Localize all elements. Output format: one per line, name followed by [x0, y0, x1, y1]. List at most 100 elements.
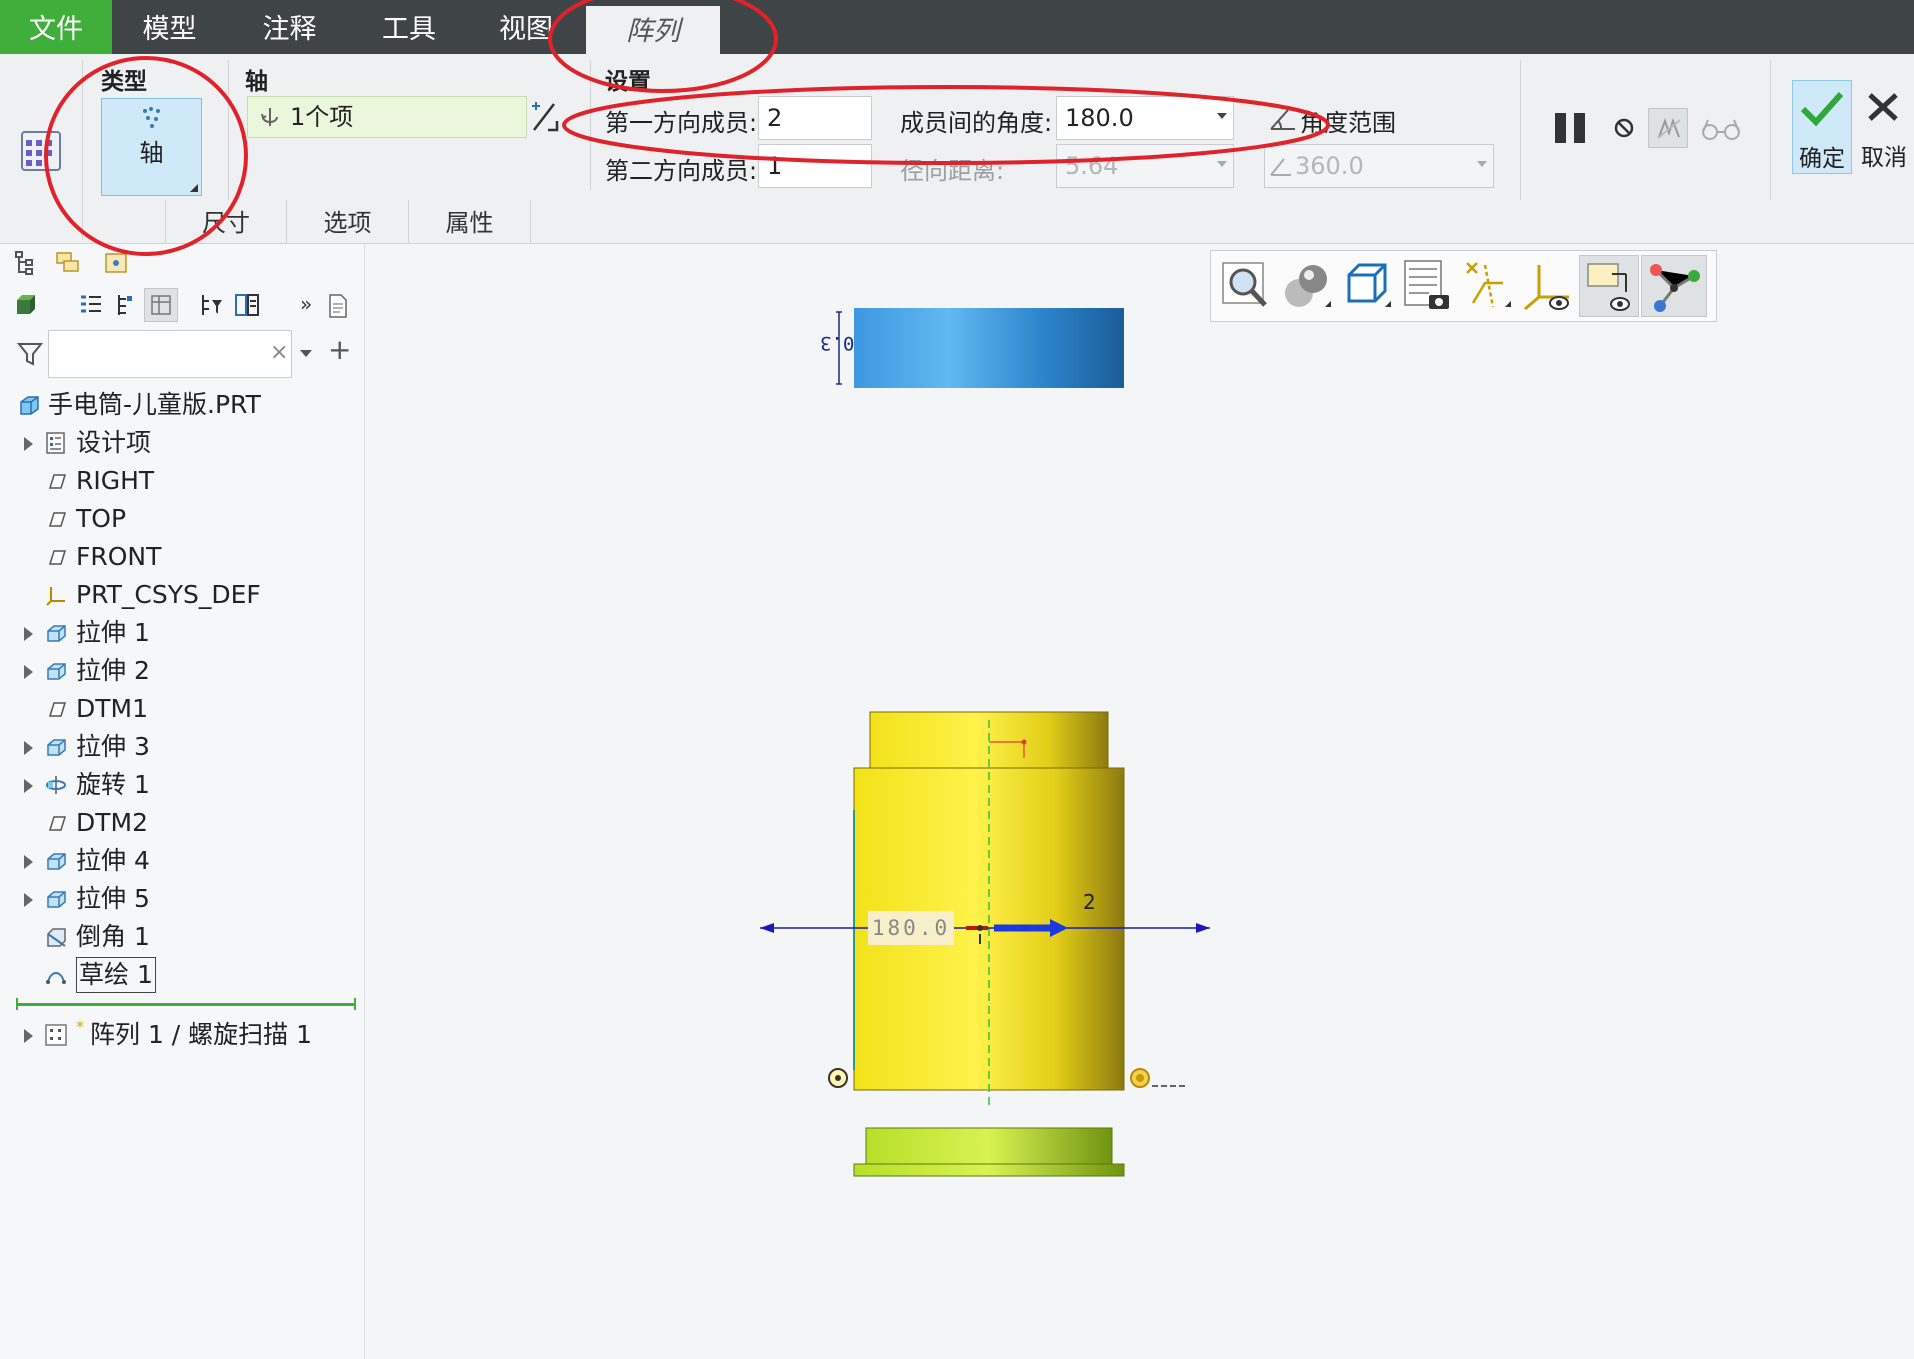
tree-item-dtm1[interactable]: DTM1 [0, 690, 360, 728]
confirm-button[interactable]: 确定 [1792, 80, 1852, 174]
view-manager-icon[interactable] [1399, 257, 1455, 315]
chevron-down-icon [1217, 113, 1227, 119]
tree-item-dtm2[interactable]: DTM2 [0, 804, 360, 842]
expand-arrow-icon[interactable] [24, 1029, 33, 1043]
expand-arrow-icon[interactable] [24, 627, 33, 641]
expand-arrow-icon[interactable] [24, 665, 33, 679]
tree-item-extrude-2[interactable]: 拉伸 2 [0, 652, 360, 690]
tree-item-chamfer-1[interactable]: 倒角 1 [0, 918, 360, 956]
expand-arrow-icon[interactable] [24, 779, 33, 793]
tree-item-top[interactable]: TOP [0, 500, 360, 538]
expand-arrow-icon[interactable] [24, 893, 33, 907]
tree-item-sketch-1[interactable]: 草绘 1 [0, 956, 360, 994]
height-dimension-text[interactable]: 0.3 [820, 332, 854, 354]
tab-file[interactable]: 文件 [0, 0, 112, 54]
datum-plane-icon [48, 702, 67, 717]
flip-direction-icon[interactable] [528, 98, 560, 136]
first-direction-members-label: 第一方向成员: [605, 109, 758, 137]
csys-display-icon[interactable] [1519, 257, 1575, 315]
tree-filter-list-icon[interactable] [78, 292, 104, 318]
tab-pattern[interactable]: 阵列 [586, 6, 720, 54]
ribbon-divider [1520, 60, 1521, 200]
tree-item-revolve-1[interactable]: 旋转 1 [0, 766, 360, 804]
tree-item-pattern[interactable]: * 阵列 1 / 螺旋扫描 1 [0, 1016, 360, 1054]
favorites-tab-icon[interactable] [104, 252, 128, 274]
ribbon-divider [228, 60, 229, 200]
member-count-text[interactable]: 2 [1083, 890, 1096, 914]
tab-annotate[interactable]: 注释 [227, 0, 352, 54]
member-angle-select[interactable]: 180.0 [1056, 96, 1234, 140]
spin-center-button[interactable] [1641, 255, 1707, 317]
layer-tree-tab-icon[interactable] [54, 250, 82, 276]
spin-center-icon [1650, 264, 1700, 312]
chevron-down-icon [1217, 161, 1227, 167]
more-chevron-icon[interactable]: » [300, 292, 312, 316]
tab-view[interactable]: 视图 [466, 0, 586, 54]
tree-doc-icon[interactable] [326, 292, 350, 320]
tree-item-design-items[interactable]: 设计项 [0, 424, 360, 462]
cancel-button[interactable]: 取消 [1856, 80, 1912, 174]
show-tree-filter-icon[interactable] [198, 292, 224, 318]
clear-search-icon[interactable]: × [270, 340, 288, 365]
tab-model[interactable]: 模型 [112, 0, 227, 54]
expand-arrow-icon[interactable] [24, 437, 33, 451]
angle-range-checkbox-label[interactable]: 角度范围 [1300, 103, 1396, 138]
tree-item-csys[interactable]: PRT_CSYS_DEF [0, 576, 360, 614]
revolve-icon [46, 776, 66, 794]
green-base-part[interactable] [865, 1127, 1113, 1167]
annotation-display-button[interactable] [1579, 255, 1639, 317]
tree-columns-layout-icon[interactable] [234, 292, 260, 318]
show-icon[interactable] [14, 292, 38, 318]
first-direction-members-input[interactable]: 2 [758, 96, 872, 140]
arrow-left-icon [760, 923, 774, 933]
subtab-options[interactable]: 选项 [287, 200, 409, 244]
chamfer-icon [47, 928, 66, 947]
model-graphics[interactable] [740, 290, 1240, 1190]
axis-collector-value: 1个项 [290, 103, 354, 131]
datum-point-right-center [1136, 1074, 1144, 1082]
angle-range-select[interactable]: 360.0 [1264, 144, 1494, 188]
tree-settings-button[interactable] [144, 288, 178, 322]
datum-display-filters-icon[interactable] [1459, 257, 1515, 315]
axis-collector[interactable]: 1个项 [247, 96, 527, 138]
render-display-style-icon[interactable] [1279, 257, 1335, 315]
tree-item-front[interactable]: FRONT [0, 538, 360, 576]
member-angle-value: 180.0 [1065, 104, 1134, 132]
tree-columns-icon[interactable] [114, 292, 136, 318]
axis-group-title: 轴 [245, 69, 268, 95]
tree-item-extrude-3[interactable]: 拉伸 3 [0, 728, 360, 766]
model-tree-search-input[interactable] [48, 330, 292, 378]
tree-item-extrude-5[interactable]: 拉伸 5 [0, 880, 360, 918]
subtab-properties[interactable]: 属性 [409, 200, 531, 244]
datum-plane-icon [48, 474, 67, 489]
type-button-label: 轴 [139, 139, 164, 167]
insert-here-line[interactable] [16, 1003, 356, 1006]
annotation-display-icon [1587, 263, 1630, 311]
add-filter-icon[interactable]: + [328, 336, 351, 364]
saved-orientations-icon[interactable] [1339, 257, 1395, 315]
verify-glasses-icon[interactable] [1700, 116, 1742, 142]
green-base-flange[interactable] [853, 1163, 1125, 1177]
tree-item-extrude-4[interactable]: 拉伸 4 [0, 842, 360, 880]
tree-item-right[interactable]: RIGHT [0, 462, 360, 500]
second-direction-members-input[interactable]: 1 [758, 144, 872, 188]
pattern-type-axis-button[interactable]: 轴 [101, 98, 202, 196]
model-tree-tab-icon[interactable] [14, 250, 36, 276]
blue-cap-part[interactable] [854, 308, 1124, 388]
ribbon-divider [82, 60, 83, 240]
tree-item-extrude-1[interactable]: 拉伸 1 [0, 614, 360, 652]
no-preview-icon[interactable] [1612, 116, 1636, 140]
search-options-dropdown-icon[interactable] [300, 350, 312, 357]
pattern-icon [45, 1024, 67, 1046]
radial-distance-select[interactable]: 5.64 [1056, 144, 1234, 188]
tree-item-part-root[interactable]: 手电筒-儿童版.PRT [0, 386, 360, 424]
expand-arrow-icon[interactable] [24, 741, 33, 755]
tab-tools[interactable]: 工具 [352, 0, 466, 54]
subtab-dimensions[interactable]: 尺寸 [165, 200, 287, 244]
tree-item-label: PRT_CSYS_DEF [76, 580, 261, 609]
angle-dimension-text[interactable]: 180.0 [868, 911, 954, 945]
design-items-icon [46, 432, 65, 454]
expand-arrow-icon[interactable] [24, 855, 33, 869]
geometry-preview-button[interactable] [1648, 108, 1688, 148]
pause-icon[interactable] [1552, 110, 1588, 146]
